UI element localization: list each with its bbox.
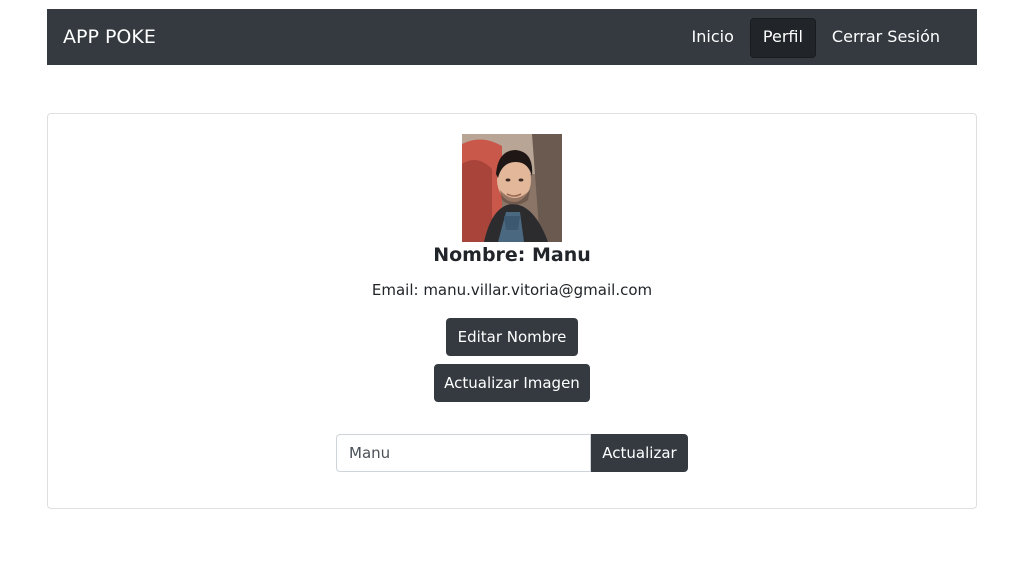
nav-item-inicio[interactable]: Inicio: [680, 18, 746, 56]
avatar-photo: [462, 134, 562, 242]
nav-item-perfil[interactable]: Perfil: [749, 18, 816, 58]
profile-card: Nombre: Manu Email: manu.villar.vitoria@…: [47, 113, 977, 509]
profile-name: Nombre: Manu: [433, 244, 591, 266]
avatar: [462, 134, 562, 242]
update-image-button[interactable]: Actualizar Imagen: [434, 364, 590, 402]
brand-link[interactable]: APP POKE: [63, 9, 156, 65]
profile-email: Email: manu.villar.vitoria@gmail.com: [371, 281, 653, 299]
name-update-group: Actualizar: [336, 434, 688, 472]
update-name-button[interactable]: Actualizar: [591, 434, 688, 472]
edit-name-button[interactable]: Editar Nombre: [446, 318, 578, 356]
nav-item-cerrar-sesion[interactable]: Cerrar Sesión: [820, 18, 952, 56]
nav-menu: Inicio Perfil Cerrar Sesión: [676, 18, 952, 58]
name-input[interactable]: [336, 434, 591, 472]
top-navbar: APP POKE Inicio Perfil Cerrar Sesión: [47, 9, 977, 65]
